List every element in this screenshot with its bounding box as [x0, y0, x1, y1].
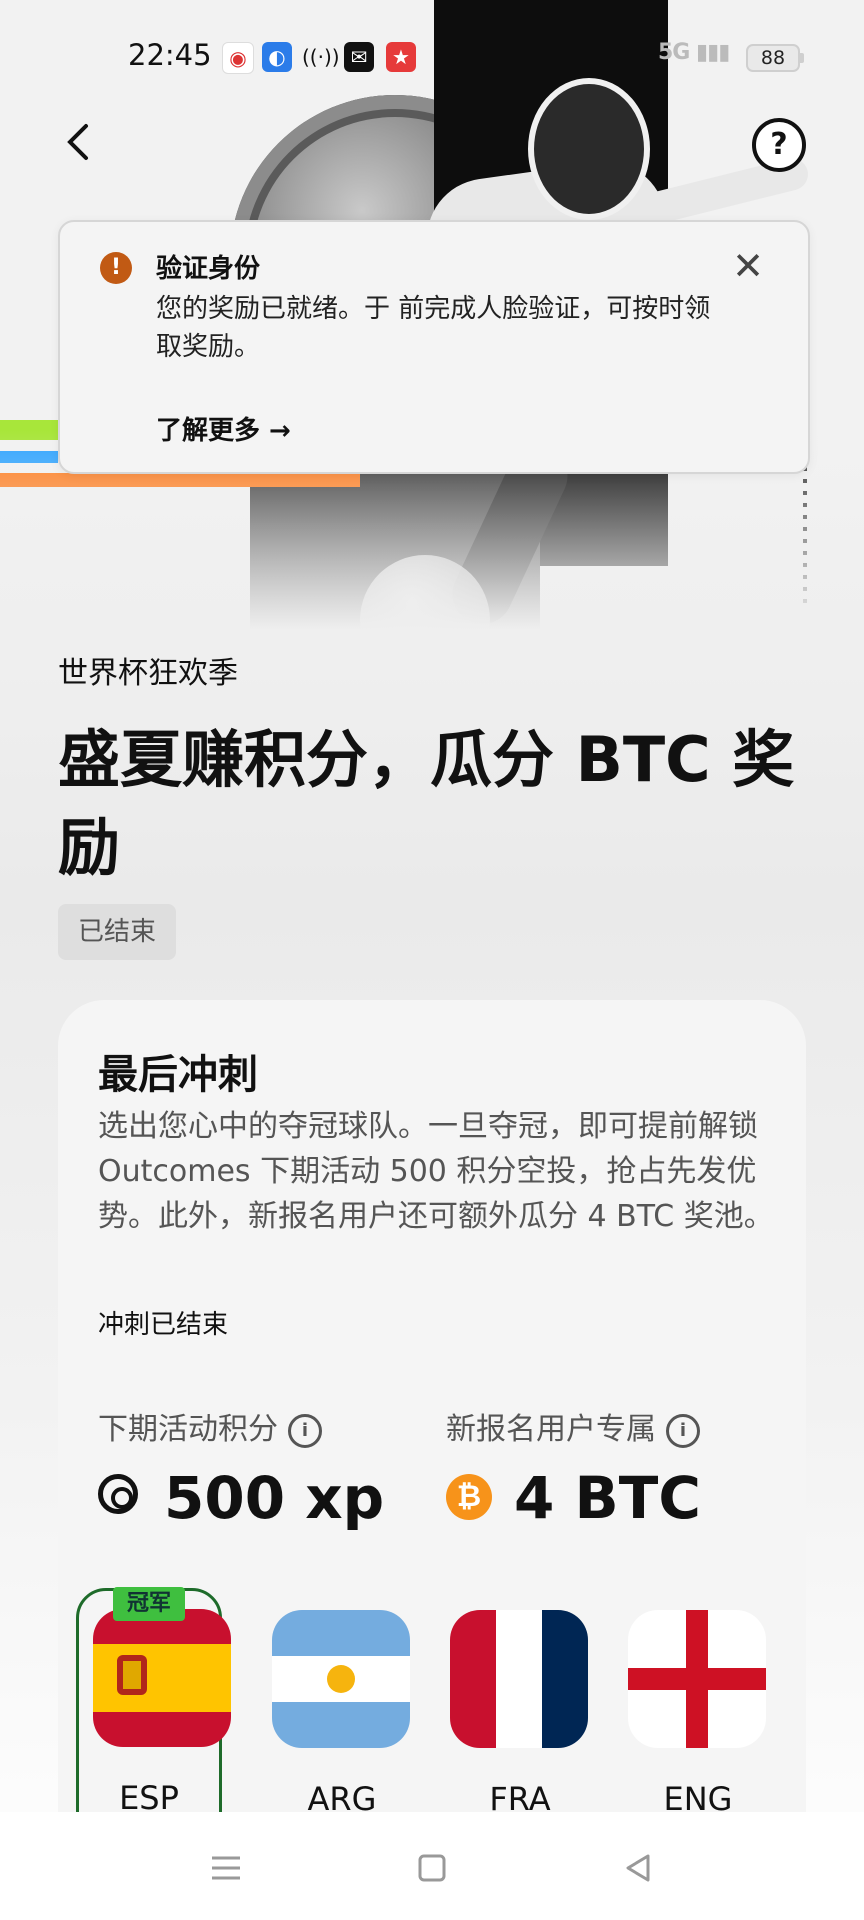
square-icon: [418, 1854, 446, 1882]
page-title: 盛夏赚积分，瓜分 BTC 奖励: [58, 723, 795, 884]
back-nav-button[interactable]: [618, 1848, 658, 1888]
app-notification-icon: ◉: [222, 42, 254, 74]
card-description: 选出您心中的夺冠球队。一旦夺冠，即可提前解锁 Outcomes 下期活动 500…: [98, 1109, 774, 1234]
question-icon: ?: [770, 127, 788, 162]
xp-icon: [98, 1474, 138, 1514]
spain-flag-icon: [93, 1609, 231, 1747]
help-button[interactable]: ?: [752, 118, 806, 172]
stat-label-new-user: 新报名用户专属 i: [446, 1404, 700, 1448]
england-flag-icon: [628, 1610, 766, 1748]
back-button[interactable]: [58, 120, 102, 164]
argentina-flag-icon: [272, 1610, 410, 1748]
menu-icon: [212, 1856, 240, 1880]
team-option-arg[interactable]: ARG: [272, 1610, 412, 1830]
banner-title: 验证身份: [156, 254, 261, 284]
banner-body: 您的奖励已就绪。于 前完成人脸验证，可按时领取奖励。: [156, 294, 711, 362]
final-sprint-card: 最后冲刺 选出您心中的夺冠球队。一旦夺冠，即可提前解锁 Outcomes 下期活…: [58, 1000, 806, 1920]
info-icon[interactable]: i: [288, 1414, 322, 1448]
app-notification-icon: ◐: [262, 42, 292, 72]
learn-more-link[interactable]: 了解更多 →: [156, 410, 291, 447]
triangle-back-icon: [626, 1854, 650, 1882]
warning-icon: !: [100, 252, 132, 284]
france-flag-icon: [450, 1610, 588, 1748]
chevron-left-icon: [67, 124, 88, 160]
status-time: 22:45: [128, 38, 212, 72]
status-bar: 22:45 ◉ ◐ ((·)) ✉ ★ 5G ▮▮▮ 88: [0, 0, 864, 110]
team-option-eng[interactable]: ENG: [628, 1610, 768, 1830]
hotspot-icon: ((·)): [302, 45, 340, 69]
event-label: 世界杯狂欢季: [58, 656, 238, 691]
close-icon: ✕: [732, 244, 764, 288]
stat-label-points: 下期活动积分 i: [98, 1404, 322, 1448]
team-option-fra[interactable]: FRA: [450, 1610, 590, 1830]
card-status: 冲刺已结束: [98, 1310, 229, 1340]
winner-badge: 冠军: [113, 1587, 185, 1621]
status-badge: 已结束: [58, 904, 177, 960]
app-notification-icon: ★: [386, 42, 416, 72]
home-button[interactable]: [412, 1848, 452, 1888]
bitcoin-icon: ₿: [446, 1474, 492, 1520]
signal-icon: 5G ▮▮▮: [658, 40, 730, 65]
mail-icon: ✉: [344, 42, 374, 72]
battery-icon: 88: [746, 44, 804, 72]
stat-value-btc: 4 BTC: [514, 1464, 701, 1532]
verification-banner: ! 验证身份 您的奖励已就绪。于 前完成人脸验证，可按时领取奖励。 了解更多 →…: [58, 220, 810, 474]
close-banner-button[interactable]: ✕: [728, 246, 768, 286]
info-icon[interactable]: i: [666, 1414, 700, 1448]
card-title: 最后冲刺: [98, 1052, 258, 1098]
menu-button[interactable]: [206, 1848, 246, 1888]
stat-value-points: 500 xp: [164, 1464, 385, 1532]
system-navigation-bar: [0, 1812, 864, 1920]
